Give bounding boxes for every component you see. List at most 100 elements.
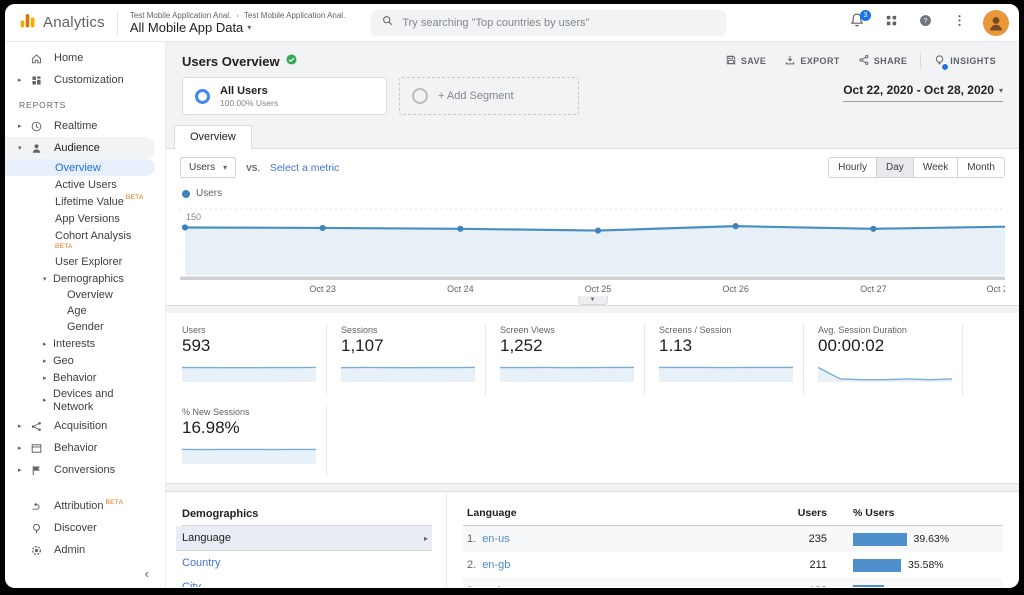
sidebar-item-geo[interactable]: ▸ Geo: [5, 352, 165, 369]
tab-overview[interactable]: Overview: [174, 125, 252, 149]
sidebar-item-user-explorer[interactable]: User Explorer: [5, 253, 165, 270]
segment-ring-icon: [195, 88, 210, 104]
sidebar-item-acquisition[interactable]: ▸ Acquisition: [5, 415, 165, 437]
granularity-week[interactable]: Week: [912, 158, 958, 177]
sidebar-item-home[interactable]: Home: [5, 47, 165, 69]
sidebar-item-age[interactable]: Age: [5, 303, 165, 319]
add-segment-button[interactable]: + Add Segment: [399, 77, 579, 115]
pie-legend: Returning Users New Users: [975, 325, 1019, 336]
sidebar-item-label: Customization: [54, 74, 124, 86]
breadcrumb-property[interactable]: Test Mobile Application Anal.: [244, 11, 345, 20]
sidebar-item-overview[interactable]: Overview: [5, 159, 155, 176]
search-icon: [381, 14, 394, 32]
sidebar-item-active-users[interactable]: Active Users: [5, 176, 165, 193]
share-button[interactable]: SHARE: [849, 51, 917, 71]
sidebar-item-label: Attribution: [54, 500, 104, 513]
breadcrumb: Test Mobile Application Anal. › Test Mob…: [130, 11, 345, 20]
sidebar-item-behavior[interactable]: ▸ Behavior: [5, 369, 165, 386]
sidebar-item-cohort-analysis[interactable]: Cohort Analysis BETA: [5, 227, 165, 253]
metric-card-users[interactable]: Users 593: [180, 323, 327, 395]
metric-card--new-sessions[interactable]: % New Sessions 16.98%: [180, 405, 327, 477]
search-input[interactable]: Try searching "Top countries by users": [371, 9, 727, 36]
insights-button[interactable]: INSIGHTS: [925, 51, 1005, 71]
date-range-picker[interactable]: Oct 22, 2020 - Oct 28, 2020 ▾: [843, 77, 1003, 102]
save-button[interactable]: SAVE: [716, 51, 775, 71]
sidebar-item-admin[interactable]: Admin: [5, 539, 165, 561]
sidebar-item-overview[interactable]: Overview: [5, 287, 165, 303]
metric-card-sessions[interactable]: Sessions 1,107: [339, 323, 486, 395]
app-window: Analytics Test Mobile Application Anal. …: [5, 4, 1019, 588]
metric-sparkline: [659, 358, 793, 387]
sidebar-item-label: Active Users: [55, 178, 117, 191]
language-link[interactable]: en-in: [482, 585, 506, 587]
metric-value: 1.13: [659, 336, 693, 355]
more-options-button[interactable]: [949, 13, 969, 33]
property-selector[interactable]: All Mobile App Data ▾: [130, 20, 345, 35]
select-metric-link[interactable]: Select a metric: [270, 162, 339, 174]
chart-legend-label: Users: [196, 188, 223, 199]
rank: 3.: [467, 585, 476, 587]
export-button[interactable]: EXPORT: [775, 51, 848, 71]
sidebar-item-realtime[interactable]: ▸ Realtime: [5, 115, 165, 137]
sidebar-item-gender[interactable]: Gender: [5, 319, 165, 335]
apps-button[interactable]: [881, 13, 901, 33]
rank: 1.: [467, 533, 477, 545]
sidebar-item-label: User Explorer: [55, 255, 123, 268]
sidebar-collapse-button[interactable]: ‹: [129, 562, 165, 587]
sidebar-item-app-versions[interactable]: App Versions: [5, 210, 165, 227]
sidebar-item-devices-and-network[interactable]: ▸ Devices and Network: [5, 386, 165, 415]
analytics-bars-icon: [19, 12, 36, 34]
analytics-logo[interactable]: Analytics: [19, 12, 105, 34]
sidebar-item-label: Home: [54, 52, 84, 64]
avatar[interactable]: [983, 9, 1009, 36]
audience-icon: [30, 142, 54, 155]
metric-dropdown[interactable]: Users ▾: [180, 157, 237, 178]
notification-badge: 3: [860, 9, 871, 21]
realtime-icon: [30, 120, 54, 133]
sidebar-item-conversions[interactable]: ▸ Conversions: [5, 459, 165, 481]
help-button[interactable]: ?: [915, 13, 935, 33]
sidebar-item-interests[interactable]: ▸ Interests: [5, 335, 165, 352]
dimension-country[interactable]: Country: [182, 551, 432, 575]
metric-card-screen-views[interactable]: Screen Views 1,252: [498, 323, 645, 395]
metric-card-screens-session[interactable]: Screens / Session 1.13: [657, 323, 804, 395]
dimension-city[interactable]: City: [182, 575, 432, 587]
notifications-button[interactable]: 3: [847, 9, 871, 33]
sidebar-item-demographics[interactable]: ▾ Demographics: [5, 270, 165, 287]
export-icon: [784, 54, 796, 68]
sidebar-item-attribution[interactable]: Attribution BETA: [5, 495, 165, 517]
metric-sparkline: [182, 358, 317, 387]
actions-divider: [920, 53, 922, 69]
behavior-icon: [30, 442, 54, 455]
users-over-time-chart: 50100150Oct 23Oct 24Oct 25Oct 26Oct 27Oc…: [180, 201, 1005, 296]
sidebar-item-discover[interactable]: Discover: [5, 517, 165, 539]
chevron-right-icon: ▸: [18, 445, 22, 453]
breadcrumb-account[interactable]: Test Mobile Application Anal.: [130, 11, 231, 20]
sidebar-item-lifetime-value[interactable]: Lifetime Value BETA: [5, 193, 165, 210]
sidebar-item-audience[interactable]: ▾ Audience: [5, 137, 155, 159]
language-link[interactable]: en-gb: [482, 559, 510, 571]
granularity-hourly[interactable]: Hourly: [829, 158, 877, 177]
metric-sparkline: [181, 440, 316, 469]
sidebar-item-label: Behavior: [54, 442, 98, 455]
action-label: SHARE: [873, 56, 908, 66]
sidebar-item-label: Age: [67, 305, 87, 317]
chart-expander-button[interactable]: ▼: [577, 296, 608, 305]
metric-card-avg-session-duration[interactable]: Avg. Session Duration 00:00:02: [816, 323, 963, 395]
sidebar-item-behavior[interactable]: ▸ Behavior: [5, 437, 165, 459]
dimension-language[interactable]: Language ▸: [176, 526, 432, 551]
sidebar-item-label: Admin: [54, 544, 86, 557]
main-content: Users Overview SAVE EXPORT SHARE INSIGHTS A…: [166, 42, 1019, 587]
granularity-month[interactable]: Month: [957, 158, 1004, 177]
segment-all-users[interactable]: All Users 100.00% Users: [182, 77, 387, 115]
metric-label: Screens / Session: [659, 325, 732, 335]
chevron-right-icon: ▸: [423, 533, 428, 543]
language-link[interactable]: en-us: [482, 533, 510, 545]
beta-badge: BETA: [105, 498, 124, 506]
rank: 2.: [467, 559, 477, 571]
chevron-right-icon: ▸: [18, 467, 22, 475]
sidebar-item-customization[interactable]: ▸ Customization: [5, 69, 165, 91]
sidebar-item-label: Lifetime Value: [55, 195, 124, 208]
granularity-day[interactable]: Day: [876, 158, 913, 177]
sidebar-item-label: Overview: [55, 161, 101, 174]
